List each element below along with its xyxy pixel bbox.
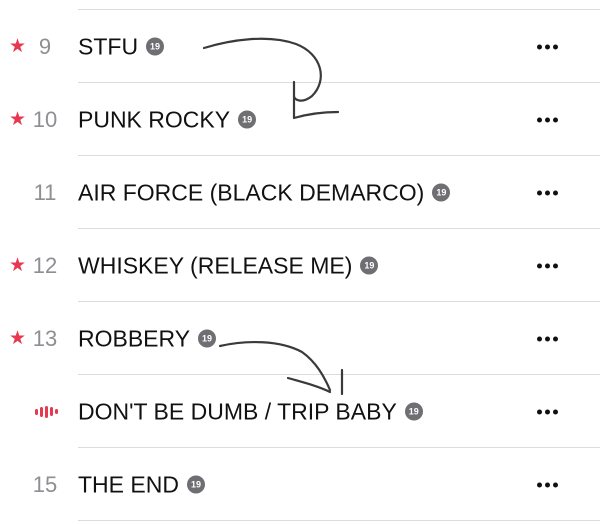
more-dot: [553, 117, 558, 122]
more-dot: [553, 263, 558, 268]
star-icon: ★: [9, 35, 27, 57]
track-row[interactable]: ★ 9 STFU 19: [0, 10, 600, 83]
explicit-badge-icon: 19: [146, 37, 165, 56]
track-number: 13: [32, 325, 58, 351]
track-number: 10: [32, 106, 58, 132]
explicit-badge-icon: 19: [360, 256, 379, 275]
more-dot: [537, 336, 542, 341]
more-dot: [553, 44, 558, 49]
more-options-button[interactable]: [535, 113, 560, 126]
more-dot: [553, 190, 558, 195]
track-row[interactable]: ★ 10 PUNK ROCKY 19: [0, 83, 600, 156]
more-dot: [545, 190, 550, 195]
track-title: THE END: [78, 471, 179, 497]
track-title: PUNK ROCKY: [78, 106, 231, 132]
track-number: 12: [32, 252, 58, 278]
track-title: WHISKEY (RELEASE ME): [78, 252, 353, 278]
more-dot: [545, 336, 550, 341]
more-options-button[interactable]: [535, 478, 560, 491]
track-row[interactable]: 15 THE END 19: [0, 448, 600, 521]
more-dot: [545, 44, 550, 49]
track-title-group: THE END 19: [78, 473, 205, 496]
track-title-group: STFU 19: [78, 33, 165, 59]
track-title-group: PUNK ROCKY 19: [78, 106, 257, 132]
track-row[interactable]: ★ 13 ROBBERY 19: [0, 302, 600, 375]
track-title: AIR FORCE (BLACK DEMARCO): [78, 179, 425, 205]
track-row[interactable]: ★ 12 WHISKEY (RELEASE ME) 19: [0, 229, 600, 302]
star-icon: ★: [9, 108, 27, 130]
track-title: DON'T BE DUMB / TRIP BABY: [78, 398, 397, 424]
track-title: ROBBERY: [78, 325, 191, 351]
more-dot: [553, 482, 558, 487]
more-dot: [537, 409, 542, 414]
more-dot: [545, 409, 550, 414]
more-dot: [553, 409, 558, 414]
more-dot: [537, 117, 542, 122]
track-title-group: AIR FORCE (BLACK DEMARCO) 19: [78, 179, 451, 205]
track-number: 9: [38, 33, 52, 59]
now-playing-bars-icon: [35, 405, 58, 418]
more-options-button[interactable]: [535, 259, 560, 272]
explicit-badge-icon: 19: [198, 329, 217, 348]
divider: [78, 520, 600, 521]
more-options-button[interactable]: [535, 405, 560, 418]
track-row[interactable]: 11 AIR FORCE (BLACK DEMARCO) 19: [0, 156, 600, 229]
more-dot: [545, 263, 550, 268]
more-options-button[interactable]: [535, 40, 560, 53]
explicit-badge-icon: 19: [432, 183, 451, 202]
more-dot: [545, 482, 550, 487]
star-icon: ★: [9, 254, 27, 276]
explicit-badge-icon: 19: [238, 110, 257, 129]
more-dot: [537, 190, 542, 195]
more-options-button[interactable]: [535, 332, 560, 345]
explicit-badge-icon: 19: [186, 475, 205, 494]
more-dot: [537, 44, 542, 49]
more-dot: [553, 336, 558, 341]
more-dot: [537, 263, 542, 268]
track-title-group: WHISKEY (RELEASE ME) 19: [78, 252, 379, 278]
more-dot: [537, 482, 542, 487]
track-number: 11: [33, 179, 57, 205]
track-title-group: ROBBERY 19: [78, 325, 217, 351]
more-options-button[interactable]: [535, 186, 560, 199]
track-title: STFU: [78, 33, 139, 59]
track-number: 15: [32, 471, 58, 497]
star-icon: ★: [9, 327, 27, 349]
track-row-now-playing[interactable]: DON'T BE DUMB / TRIP BABY 19: [0, 375, 600, 448]
more-dot: [545, 117, 550, 122]
track-title-group: DON'T BE DUMB / TRIP BABY 19: [78, 400, 423, 423]
track-list: ★ 9 STFU 19 ★ 10 PUNK ROCKY 19 11 AIR FO…: [0, 0, 600, 524]
explicit-badge-icon: 19: [404, 402, 423, 421]
